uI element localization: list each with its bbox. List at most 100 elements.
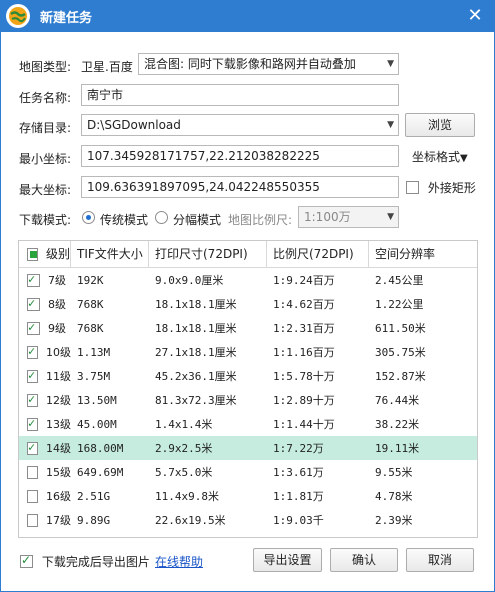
row-checkbox[interactable] — [27, 489, 38, 503]
level-text: 11级 — [46, 370, 71, 383]
coord-format-dropdown[interactable]: 坐标格式▼ — [412, 148, 468, 165]
level-cell: 17级 — [19, 512, 71, 528]
tif-size-cell: 3.75M — [77, 369, 111, 383]
scale-select[interactable]: 1:100万 ▼ — [298, 206, 399, 228]
tif-size-cell: 9.89G — [77, 513, 111, 527]
table-row[interactable]: 14级 168.00M 2.9x2.5米 1:7.22万 19.11米 — [19, 436, 477, 460]
scale-cell: 1:5.78十万 — [273, 370, 335, 383]
tile-mode-radio[interactable] — [155, 211, 168, 224]
confirm-button[interactable]: 确认 — [330, 548, 398, 572]
row-checkbox[interactable] — [27, 368, 38, 383]
download-mode-label: 下载模式: — [19, 213, 72, 227]
level-cell: 13级 — [19, 416, 71, 432]
row-checkbox[interactable] — [27, 440, 38, 455]
max-coord-label: 最大坐标: — [19, 183, 72, 197]
print-size-cell: 5.7x5.0米 — [155, 466, 213, 479]
scale-cell: 1:7.22万 — [273, 442, 324, 455]
level-cell: 15级 — [19, 464, 71, 480]
level-text: 17级 — [46, 514, 71, 527]
scale-cell: 1:1.44十万 — [273, 418, 335, 431]
print-size-cell: 22.6x19.5米 — [155, 514, 226, 527]
row-checkbox[interactable] — [27, 465, 38, 479]
row-checkbox[interactable] — [27, 416, 38, 431]
row-checkbox[interactable] — [27, 296, 40, 311]
level-text: 13级 — [46, 418, 71, 431]
table-row[interactable]: 12级 13.50M 81.3x72.3厘米 1:2.89十万 76.44米 — [19, 388, 477, 412]
chevron-down-icon: ▼ — [387, 59, 394, 69]
print-size-cell: 81.3x72.3厘米 — [155, 394, 237, 407]
row-checkbox[interactable] — [27, 344, 38, 359]
header-print-size[interactable]: 打印尺寸(72DPI) — [149, 241, 267, 267]
map-mode-select[interactable]: 混合图: 同时下载影像和路网并自动叠加 ▼ — [138, 53, 399, 75]
row-checkbox[interactable] — [27, 320, 40, 335]
row-checkbox[interactable] — [27, 392, 38, 407]
tif-size-cell: 649.69M — [77, 465, 124, 479]
level-text: 12级 — [46, 394, 71, 407]
caret-down-icon: ▼ — [460, 153, 468, 164]
export-after-box[interactable] — [20, 553, 33, 568]
table-body: 7级 192K 9.0x9.0厘米 1:9.24百万 2.45公里 8级 768K 18.1x… — [19, 268, 477, 532]
online-help-link[interactable]: 在线帮助 — [155, 553, 203, 570]
chevron-down-icon: ▼ — [387, 212, 394, 222]
tile-mode-label: 分幅模式 — [173, 213, 222, 227]
print-size-cell: 18.1x18.1厘米 — [155, 298, 237, 311]
print-size-cell: 27.1x18.1厘米 — [155, 346, 237, 359]
browse-button[interactable]: 浏览 — [405, 113, 475, 137]
export-after-checkbox[interactable]: 下载完成后导出图片 — [20, 553, 150, 570]
table-row[interactable]: 17级 9.89G 22.6x19.5米 1:9.03千 2.39米 — [19, 508, 477, 532]
traditional-mode-label: 传统模式 — [100, 213, 149, 227]
task-name-input[interactable]: 南宁市 — [81, 84, 399, 106]
map-mode-value: 混合图: 同时下载影像和路网并自动叠加 — [144, 57, 356, 71]
scale-cell: 1:9.03千 — [273, 514, 324, 527]
export-settings-button[interactable]: 导出设置 — [253, 548, 322, 572]
task-name-value: 南宁市 — [87, 88, 124, 102]
table-row[interactable]: 15级 649.69M 5.7x5.0米 1:3.61万 9.55米 — [19, 460, 477, 484]
tif-size-cell: 168.00M — [77, 441, 124, 455]
tif-size-cell: 1.13M — [77, 345, 111, 359]
storage-dir-select[interactable]: D:\SGDownload ▼ — [81, 114, 399, 136]
chevron-down-icon: ▼ — [387, 120, 394, 130]
table-row[interactable]: 11级 3.75M 45.2x36.1厘米 1:5.78十万 152.87米 — [19, 364, 477, 388]
header-tif-size[interactable]: TIF文件大小 — [71, 241, 149, 267]
row-checkbox[interactable] — [27, 272, 40, 287]
table-row[interactable]: 8级 768K 18.1x18.1厘米 1:4.62百万 1.22公里 — [19, 292, 477, 316]
map-type-label: 地图类型: — [19, 60, 72, 74]
resolution-cell: 152.87米 — [375, 370, 426, 383]
table-row[interactable]: 9级 768K 18.1x18.1厘米 1:2.31百万 611.50米 — [19, 316, 477, 340]
level-cell: 10级 — [19, 344, 71, 360]
table-row[interactable]: 10级 1.13M 27.1x18.1厘米 1:1.16百万 305.75米 — [19, 340, 477, 364]
table-row[interactable]: 7级 192K 9.0x9.0厘米 1:9.24百万 2.45公里 — [19, 268, 477, 292]
max-coord-input[interactable]: 109.636391897095,24.042248550355 — [81, 176, 399, 198]
level-cell: 12级 — [19, 392, 71, 408]
level-cell: 11级 — [19, 368, 71, 384]
outer-rect-box[interactable] — [406, 181, 419, 194]
select-all-checkbox[interactable] — [27, 247, 38, 261]
min-coord-input[interactable]: 107.345928171757,22.212038282225 — [81, 145, 399, 167]
scale-cell: 1:2.31百万 — [273, 322, 335, 335]
traditional-mode-radio[interactable] — [82, 211, 95, 224]
resolution-cell: 1.22公里 — [375, 298, 424, 311]
map-type-value: 卫星.百度 — [81, 60, 133, 74]
cancel-button[interactable]: 取消 — [406, 548, 474, 572]
header-resolution[interactable]: 空间分辨率 — [369, 241, 477, 267]
level-text: 14级 — [46, 442, 71, 455]
table-row[interactable]: 16级 2.51G 11.4x9.8米 1:1.81万 4.78米 — [19, 484, 477, 508]
level-text: 16级 — [46, 490, 71, 503]
header-scale[interactable]: 比例尺(72DPI) — [267, 241, 369, 267]
table-row[interactable]: 13级 45.00M 1.4x1.4米 1:1.44十万 38.22米 — [19, 412, 477, 436]
tif-size-cell: 13.50M — [77, 393, 117, 407]
level-cell: 14级 — [19, 440, 71, 456]
print-size-cell: 18.1x18.1厘米 — [155, 322, 237, 335]
row-checkbox[interactable] — [27, 513, 38, 527]
scale-cell: 1:1.16百万 — [273, 346, 335, 359]
storage-dir-value: D:\SGDownload — [87, 118, 181, 132]
resolution-cell: 4.78米 — [375, 490, 413, 503]
close-icon[interactable]: ✕ — [465, 6, 485, 26]
resolution-cell: 2.45公里 — [375, 274, 424, 287]
level-text: 9级 — [48, 322, 66, 335]
min-coord-value: 107.345928171757,22.212038282225 — [87, 149, 320, 163]
header-level[interactable]: 级别 — [19, 241, 71, 267]
resolution-cell: 38.22米 — [375, 418, 420, 431]
tif-size-cell: 768K — [77, 297, 104, 311]
outer-rect-checkbox[interactable]: 外接矩形 — [406, 179, 476, 196]
